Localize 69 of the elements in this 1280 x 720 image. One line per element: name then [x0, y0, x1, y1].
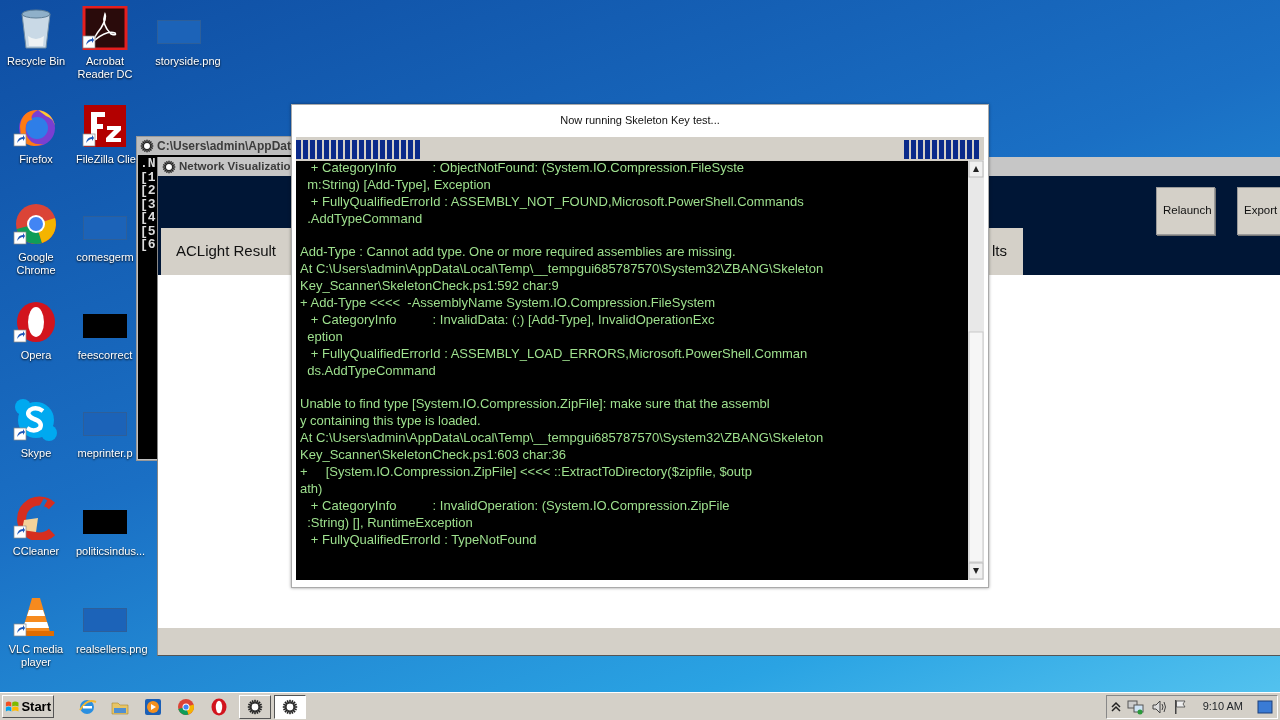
console-line: [4 [140, 211, 156, 225]
console-line: [1 [140, 170, 156, 184]
dialog-title: Now running Skeleton Key test... [560, 112, 720, 128]
icon-label[interactable]: Skype [0, 447, 72, 460]
taskbar-button[interactable] [274, 694, 306, 719]
output-line: + CategoryInfo : InvalidOperation: (System.IO.Compression.ZipFile [309, 497, 731, 515]
console-line: [3 [140, 197, 156, 211]
toolbar-button[interactable]: Relaunch [1156, 187, 1215, 235]
volume-icon [1150, 698, 1167, 715]
icon-label[interactable]: storyside.png [150, 55, 226, 68]
icon-label[interactable]: realsellers.png [76, 643, 148, 656]
window-title: C:\Users\admin\AppDat [157, 137, 292, 155]
output-line: + CategoryInfo : InvalidData: (:) [Add-Type], InvalidOperationExc [309, 312, 716, 329]
file-thumbnail-icon [157, 20, 201, 44]
file-thumbnail-icon [83, 608, 127, 632]
console-line: [2 [140, 184, 156, 198]
icon-label[interactable]: comesgerm [76, 251, 134, 264]
output-line: Key_Scanner\SkeletonCheck.ps1:603 char:36 [300, 447, 567, 465]
file-thumbnail-icon [83, 216, 127, 240]
toolbar-button[interactable]: Export [1237, 187, 1280, 235]
network-icon [1126, 698, 1145, 715]
icon-label[interactable]: CCleaner [0, 545, 72, 558]
icon-label[interactable]: FileZilla Clie [76, 153, 136, 166]
clock[interactable]: 9:10 AM [1202, 698, 1243, 715]
output-line: At C:\Users\admin\AppData\Local\Temp\__tempgui685787570\System32\ZBANG\Skeleton [300, 430, 825, 448]
gear-icon [282, 698, 298, 715]
output-line: y containing this type is loaded. [300, 413, 482, 431]
output-line: + CategoryInfo : ObjectNotFound: (System.IO.Compression.FileSyste [309, 160, 745, 177]
icon-label[interactable]: Opera [0, 349, 72, 362]
console-line: .N [140, 157, 156, 171]
output-line: Add-Type : Cannot add type. One or more required assemblies are missing. [300, 244, 737, 262]
output-line: :String) [], RuntimeException [306, 514, 474, 532]
start-button[interactable]: Start [2, 695, 54, 718]
output-line: ath) [300, 480, 324, 498]
icon-label[interactable]: politicsindus... [76, 545, 146, 558]
window-title: Network Visualizatio [179, 158, 291, 174]
output-line: At C:\Users\admin\AppData\Local\Temp\__tempgui685787570\System32\ZBANG\Skeleton [300, 261, 825, 279]
console-line: [6 [140, 238, 156, 252]
file-thumbnail-icon [83, 510, 127, 534]
icon-label[interactable]: Firefox [0, 153, 72, 166]
icon-label[interactable]: VLC media player [0, 643, 72, 669]
output-line: + [System.IO.Compression.ZipFile] <<<< ::ExtractToDirectory($zipfile, $outp [300, 464, 753, 481]
flag-icon [1172, 698, 1187, 715]
output-line: + FullyQualifiedErrorId : TypeNotFound [309, 531, 538, 549]
icon-label[interactable]: feescorrect [76, 349, 134, 362]
output-line: m:String) [Add-Type], Exception [306, 176, 492, 194]
output-line: Unable to find type [System.IO.Compression.ZipFile]: make sure that the assembl [300, 396, 771, 414]
output-line: ds.AddTypeCommand [306, 362, 437, 380]
output-line: eption [306, 328, 344, 346]
icon-label[interactable]: Google Chrome [0, 251, 72, 277]
circle-logo-icon[interactable] [175, 696, 196, 717]
icon-label[interactable]: Recycle Bin [0, 55, 72, 68]
gear-icon [140, 138, 154, 153]
output-line: + Add-Type <<<< -AssemblyName System.IO.Compression.FileSystem [300, 295, 717, 312]
chevron-up-icon [1110, 700, 1121, 713]
output-line: + FullyQualifiedErrorId : ASSEMBLY_NOT_FOUND,Microsoft.PowerShell.Commands [309, 193, 805, 211]
output-line: + FullyQualifiedErrorId : ASSEMBLY_LOAD_ERRORS,Microsoft.PowerShell.Comman [309, 345, 809, 363]
tab[interactable]: ACLight Result [161, 228, 291, 275]
play-icon[interactable] [142, 696, 163, 717]
console-line: [5 [140, 224, 156, 238]
show-desktop-button[interactable] [1257, 699, 1273, 714]
gear-icon [162, 159, 176, 174]
file-thumbnail-icon [83, 314, 127, 338]
gear-icon [247, 698, 263, 715]
output-line: .AddTypeCommand [306, 210, 424, 228]
output-line: Key_Scanner\SkeletonCheck.ps1:592 char:9 [300, 278, 560, 296]
icon-label[interactable]: Acrobat Reader DC [76, 55, 134, 81]
icon-label[interactable]: meprinter.p [76, 447, 134, 460]
file-thumbnail-icon [83, 412, 127, 436]
